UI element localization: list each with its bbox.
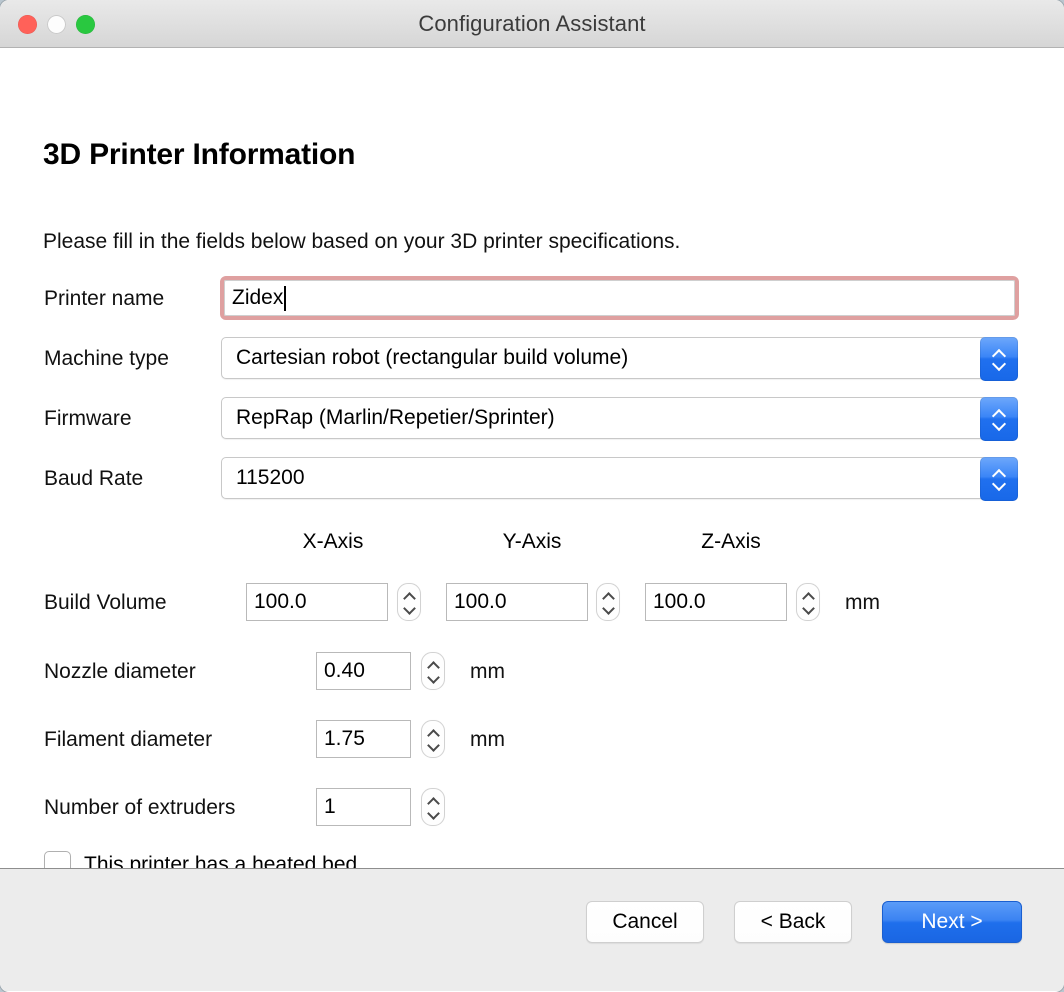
chevron-updown-icon[interactable] — [980, 457, 1018, 501]
nozzle-diameter-stepper[interactable] — [421, 652, 445, 690]
nozzle-diameter-unit: mm — [470, 660, 505, 683]
configuration-assistant-window: Configuration Assistant 3D Printer Infor… — [0, 0, 1064, 992]
build-volume-x-stepper[interactable] — [397, 583, 421, 621]
filament-diameter-stepper[interactable] — [421, 720, 445, 758]
build-volume-z-value: 100.0 — [653, 590, 706, 613]
machine-type-label: Machine type — [44, 347, 169, 370]
number-of-extruders-value: 1 — [324, 795, 336, 818]
y-axis-header: Y-Axis — [502, 530, 562, 553]
filament-diameter-unit: mm — [470, 728, 505, 751]
machine-type-select[interactable]: Cartesian robot (rectangular build volum… — [221, 337, 1018, 381]
intro-text: Please fill in the fields below based on… — [43, 230, 681, 253]
next-button[interactable]: Next > — [882, 901, 1022, 943]
heated-bed-checkbox[interactable] — [44, 851, 71, 868]
chevron-updown-icon[interactable] — [980, 337, 1018, 381]
content-area: 3D Printer Information Please fill in th… — [0, 48, 1064, 869]
build-volume-y-stepper[interactable] — [596, 583, 620, 621]
heated-bed-checkbox-row[interactable]: This printer has a heated bed — [44, 851, 358, 869]
cancel-button[interactable]: Cancel — [586, 901, 704, 943]
filament-diameter-label: Filament diameter — [44, 728, 213, 751]
filament-diameter-input[interactable]: 1.75 — [316, 720, 411, 758]
baud-rate-label: Baud Rate — [44, 467, 144, 490]
heated-bed-label: This printer has a heated bed — [84, 852, 358, 869]
printer-name-label: Printer name — [44, 287, 165, 310]
z-axis-header: Z-Axis — [701, 530, 761, 553]
window-title: Configuration Assistant — [418, 11, 646, 36]
number-of-extruders-stepper[interactable] — [421, 788, 445, 826]
chevron-updown-icon[interactable] — [980, 397, 1018, 441]
printer-name-input-inner: Zidex — [224, 280, 1015, 316]
text-caret — [284, 285, 287, 311]
firmware-select[interactable]: RepRap (Marlin/Repetier/Sprinter) — [221, 397, 1018, 441]
footer-bar: Cancel < Back Next > — [0, 869, 1064, 991]
firmware-label: Firmware — [44, 407, 132, 430]
build-volume-unit: mm — [845, 591, 880, 614]
build-volume-z-stepper[interactable] — [796, 583, 820, 621]
printer-name-value: Zidex — [232, 286, 284, 309]
build-volume-x-input[interactable]: 100.0 — [246, 583, 388, 621]
firmware-value: RepRap (Marlin/Repetier/Sprinter) — [236, 406, 555, 429]
nozzle-diameter-value: 0.40 — [324, 659, 365, 682]
number-of-extruders-label: Number of extruders — [44, 796, 236, 819]
build-volume-label: Build Volume — [44, 591, 167, 614]
nozzle-diameter-label: Nozzle diameter — [44, 660, 196, 683]
build-volume-y-input[interactable]: 100.0 — [446, 583, 588, 621]
footer-button-group: Cancel < Back Next > — [586, 901, 1022, 943]
build-volume-y-value: 100.0 — [454, 590, 507, 613]
build-volume-z-input[interactable]: 100.0 — [645, 583, 787, 621]
baud-rate-select[interactable]: 115200 — [221, 457, 1018, 501]
baud-rate-value: 115200 — [236, 466, 305, 489]
nozzle-diameter-input[interactable]: 0.40 — [316, 652, 411, 690]
title-bar: Configuration Assistant — [0, 0, 1064, 48]
printer-name-input[interactable]: Zidex — [220, 276, 1019, 320]
build-volume-x-value: 100.0 — [254, 590, 307, 613]
back-button[interactable]: < Back — [734, 901, 852, 943]
number-of-extruders-input[interactable]: 1 — [316, 788, 411, 826]
page-title: 3D Printer Information — [43, 138, 356, 171]
filament-diameter-value: 1.75 — [324, 727, 365, 750]
machine-type-value: Cartesian robot (rectangular build volum… — [236, 346, 629, 369]
x-axis-header: X-Axis — [302, 530, 364, 553]
